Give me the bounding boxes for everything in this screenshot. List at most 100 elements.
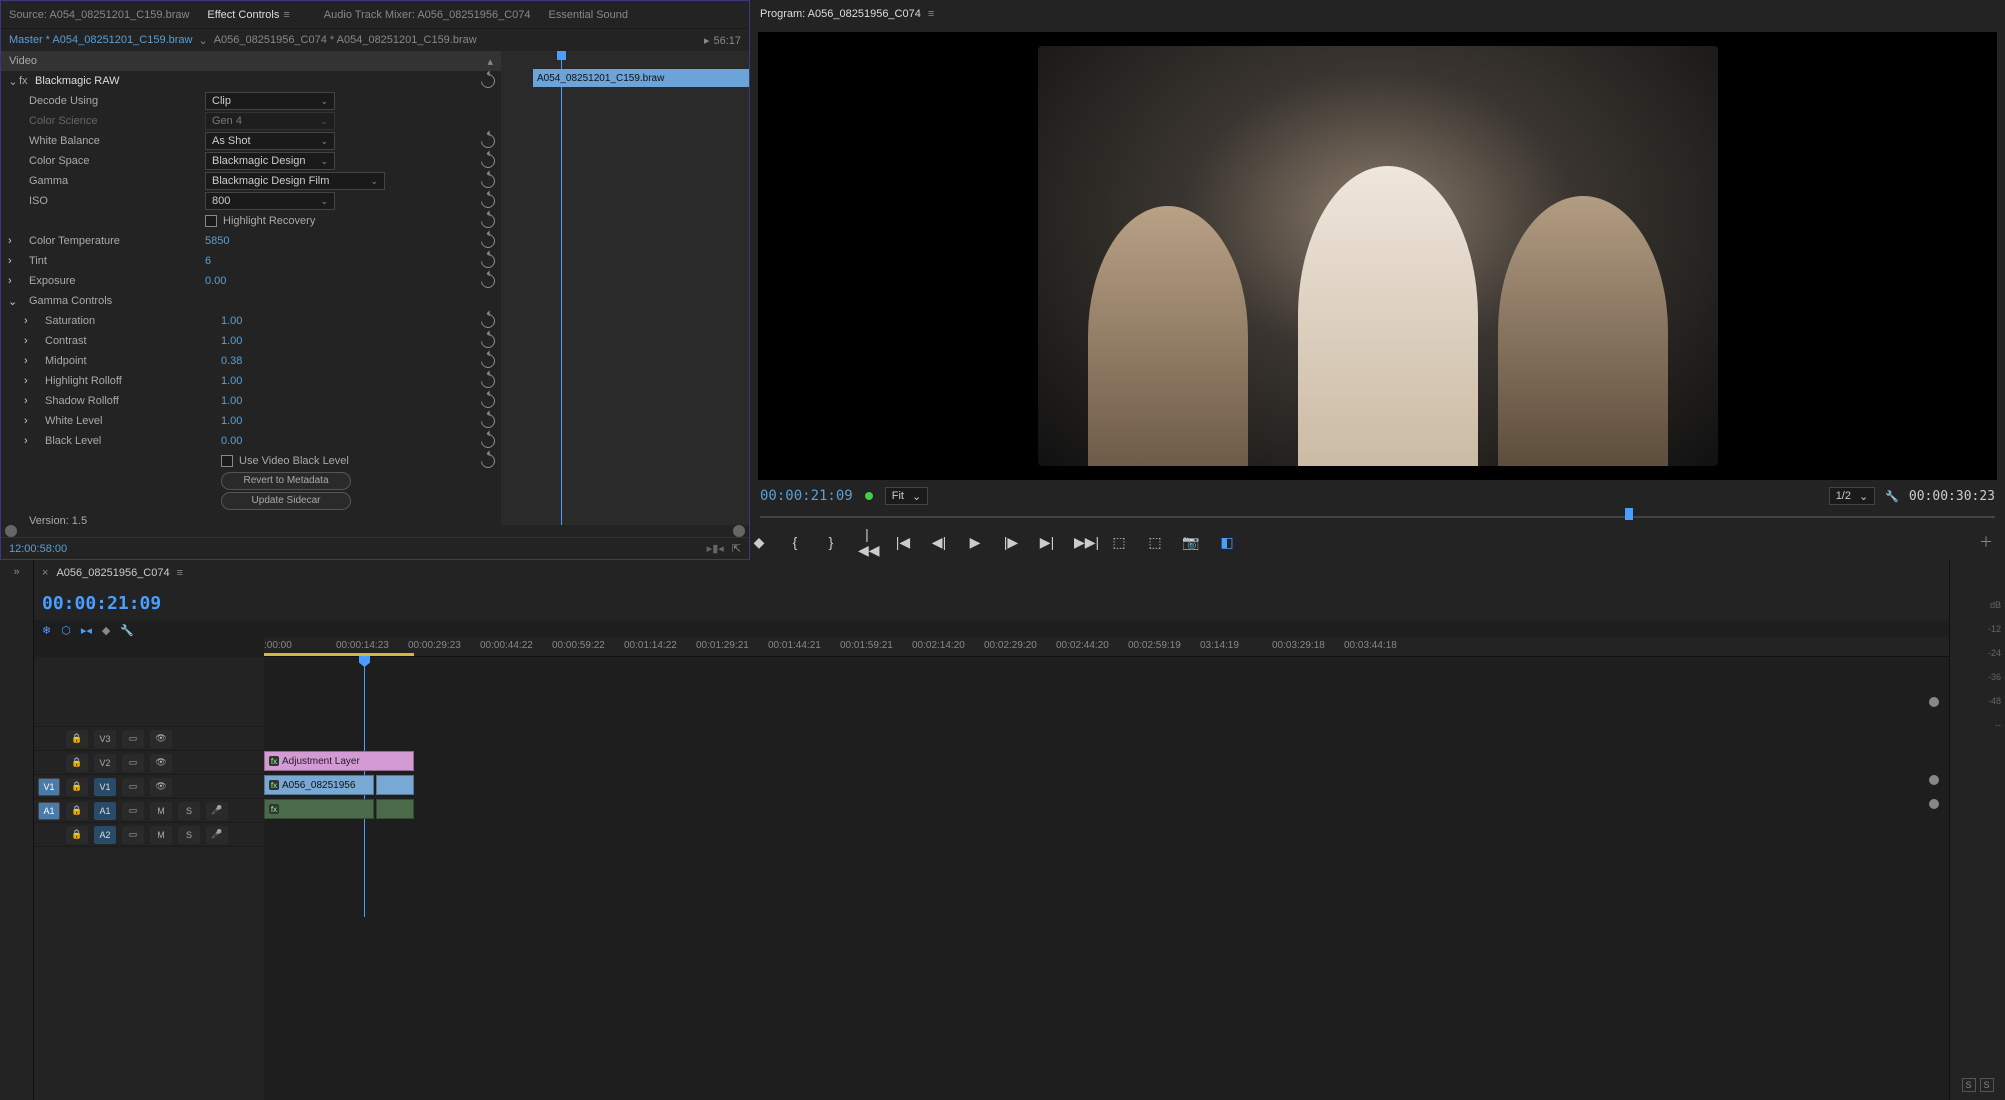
toggle-output-icon[interactable]: ▭ [122, 754, 144, 772]
reset-param-button[interactable] [481, 414, 495, 428]
reset-param-button[interactable] [481, 274, 495, 288]
reset-param-button[interactable] [481, 454, 495, 468]
clip-audio[interactable] [376, 799, 414, 819]
lock-icon[interactable]: 🔒 [66, 730, 88, 748]
twirl-icon[interactable]: › [24, 435, 28, 447]
eye-icon[interactable]: 👁 [150, 778, 172, 796]
add-marker-button[interactable]: ◆ [750, 534, 768, 551]
reset-param-button[interactable] [481, 154, 495, 168]
shadow-rolloff-value[interactable]: 1.00 [221, 395, 242, 407]
master-clip-label[interactable]: Master * A054_08251201_C159.braw [9, 34, 192, 46]
track-target-a2[interactable]: A2 [94, 826, 116, 844]
track-target-a1[interactable]: A1 [94, 802, 116, 820]
color-temperature-value[interactable]: 5850 [205, 235, 229, 247]
fx-toggle-icon[interactable]: fx [19, 75, 35, 87]
add-marker-icon[interactable]: ▸◂ [81, 624, 92, 637]
lock-icon[interactable]: 🔒 [66, 778, 88, 796]
scrollbar-thumb[interactable] [5, 525, 17, 537]
gamma-select[interactable]: Blackmagic Design Film⌄ [205, 172, 385, 190]
saturation-value[interactable]: 1.00 [221, 315, 242, 327]
iso-select[interactable]: 800⌄ [205, 192, 335, 210]
frame-forward-button[interactable]: |▶ [1002, 534, 1020, 551]
zoom-select[interactable]: Fit⌄ [885, 487, 928, 505]
export-frame-button[interactable]: 📷 [1182, 534, 1200, 551]
resolution-select[interactable]: 1/2⌄ [1829, 487, 1876, 505]
close-tab-icon[interactable]: × [42, 567, 48, 579]
program-video-viewport[interactable] [758, 32, 1997, 480]
reset-param-button[interactable] [481, 334, 495, 348]
use-video-black-level-checkbox[interactable]: Use Video Black Level [221, 455, 349, 467]
lift-button[interactable]: ⬚ [1110, 534, 1128, 551]
tab-essential-sound[interactable]: Essential Sound [549, 9, 629, 21]
solo-button[interactable]: S [178, 802, 200, 820]
contrast-value[interactable]: 1.00 [221, 335, 242, 347]
effect-controls-timecode[interactable]: 12:00:58:00 [9, 543, 67, 555]
button-editor-icon[interactable]: ＋ [1977, 532, 1995, 552]
zoom-scrollbar-end[interactable] [1929, 697, 1939, 707]
clip-audio[interactable]: fx [264, 799, 374, 819]
lock-icon[interactable]: 🔒 [66, 802, 88, 820]
white-balance-select[interactable]: As Shot⌄ [205, 132, 335, 150]
twirl-icon[interactable]: › [8, 255, 12, 267]
twirl-icon[interactable]: › [24, 415, 28, 427]
tab-effect-controls[interactable]: Effect Controls≡ [207, 9, 305, 21]
solo-right-button[interactable]: S [1980, 1078, 1994, 1092]
mini-timeline-clip[interactable]: A054_08251201_C159.braw [533, 69, 749, 87]
reset-param-button[interactable] [481, 434, 495, 448]
chevron-down-icon[interactable]: ⌄ [198, 34, 207, 47]
eye-icon[interactable]: 👁 [150, 754, 172, 772]
reset-param-button[interactable] [481, 354, 495, 368]
step-forward-button[interactable]: ▶| [1038, 534, 1056, 551]
tab-audio-mixer[interactable]: Audio Track Mixer: A056_08251956_C074 [324, 9, 531, 21]
track-target-v1[interactable]: V1 [94, 778, 116, 796]
panel-expand-icon[interactable]: » [13, 566, 19, 578]
reset-param-button[interactable] [481, 254, 495, 268]
lock-icon[interactable]: 🔒 [66, 826, 88, 844]
twirl-icon[interactable]: › [8, 235, 12, 247]
play-button[interactable]: ▶ [966, 534, 984, 551]
zoom-scrollbar-end[interactable] [1929, 799, 1939, 809]
reset-param-button[interactable] [481, 234, 495, 248]
twirl-icon[interactable]: › [24, 395, 28, 407]
update-sidecar-button[interactable]: Update Sidecar [221, 492, 351, 510]
program-timecode[interactable]: 00:00:21:09 [760, 488, 853, 504]
tint-value[interactable]: 6 [205, 255, 211, 267]
timeline-canvas[interactable]: fxAdjustment Layer fxA056_08251956 fx [264, 657, 1949, 1100]
mark-out-button[interactable]: } [822, 534, 840, 550]
timeline-marker-icon[interactable]: ◆ [102, 624, 110, 637]
solo-button[interactable]: S [178, 826, 200, 844]
tab-source[interactable]: Source: A054_08251201_C159.braw [9, 9, 189, 21]
panel-menu-icon[interactable]: ≡ [177, 567, 183, 579]
lock-icon[interactable]: 🔒 [66, 754, 88, 772]
reset-param-button[interactable] [481, 134, 495, 148]
timeline-settings-icon[interactable]: 🔧 [120, 624, 134, 637]
voice-over-icon[interactable]: 🎤 [206, 802, 228, 820]
sequence-tab[interactable]: A056_08251956_C074 ≡ [56, 567, 183, 579]
twirl-icon[interactable]: › [24, 375, 28, 387]
go-to-in-button[interactable]: |◀◀ [858, 526, 876, 559]
mark-in-button[interactable]: { [786, 534, 804, 550]
zoom-scrollbar-end[interactable] [1929, 775, 1939, 785]
scrollbar-thumb[interactable] [733, 525, 745, 537]
panel-menu-icon[interactable]: ≡ [283, 9, 289, 21]
toggle-output-icon[interactable]: ▭ [122, 802, 144, 820]
clip-video[interactable]: fxA056_08251956 [264, 775, 374, 795]
twirl-icon[interactable]: › [8, 275, 12, 287]
reset-param-button[interactable] [481, 374, 495, 388]
source-patch-a1[interactable]: A1 [38, 802, 60, 820]
twirl-icon[interactable]: › [24, 335, 28, 347]
decode-using-select[interactable]: Clip⌄ [205, 92, 335, 110]
highlight-rolloff-value[interactable]: 1.00 [221, 375, 242, 387]
zoom-handle-icon[interactable]: ▸▮◂ [707, 542, 724, 555]
mini-timeline-playhead[interactable] [561, 51, 562, 525]
reset-param-button[interactable] [481, 394, 495, 408]
source-patch-v1[interactable]: V1 [38, 778, 60, 796]
tab-program[interactable]: Program: A056_08251956_C074 ≡ [760, 8, 934, 20]
timeline-timecode[interactable]: 00:00:21:09 [42, 593, 161, 614]
track-label[interactable]: V2 [94, 754, 116, 772]
reset-param-button[interactable] [481, 194, 495, 208]
twirl-icon[interactable]: › [24, 315, 28, 327]
linked-selection-icon[interactable]: ⬡ [61, 624, 71, 637]
eye-icon[interactable]: 👁 [150, 730, 172, 748]
revert-to-metadata-button[interactable]: Revert to Metadata [221, 472, 351, 490]
